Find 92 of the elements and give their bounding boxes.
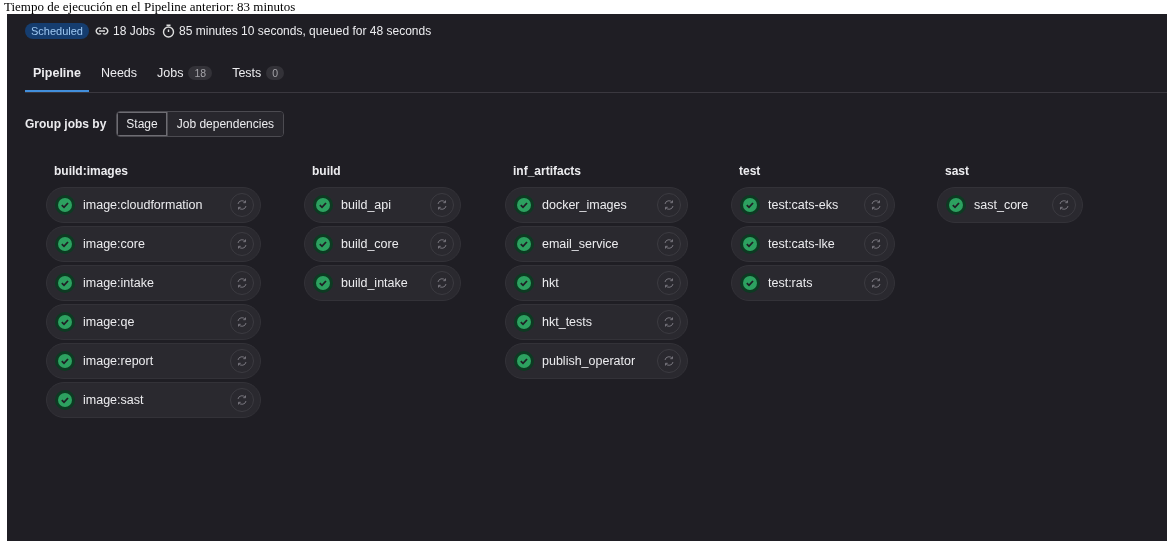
refresh-icon: [236, 238, 248, 250]
job-pill[interactable]: hkt: [505, 265, 688, 301]
job-name: image:core: [83, 237, 146, 251]
tab[interactable]: Pipeline: [25, 57, 89, 92]
job-name: image:intake: [83, 276, 155, 290]
retry-button[interactable]: [430, 193, 454, 217]
job-name: docker_images: [542, 198, 628, 212]
job-pill[interactable]: test:rats: [731, 265, 895, 301]
stage-title: sast: [944, 164, 971, 178]
tab[interactable]: Tests 0: [224, 57, 293, 92]
retry-button[interactable]: [430, 232, 454, 256]
job-name: test:cats-eks: [768, 198, 840, 212]
status-badge: Scheduled: [25, 23, 89, 39]
retry-button[interactable]: [657, 349, 681, 373]
refresh-icon: [663, 199, 675, 211]
refresh-icon: [236, 316, 248, 328]
job-pill[interactable]: build_api: [304, 187, 461, 223]
job-name: build_core: [341, 237, 400, 251]
job-pill[interactable]: image:core: [46, 226, 261, 262]
stage-title: build:images: [53, 164, 129, 178]
refresh-icon: [236, 277, 248, 289]
group-label: Group jobs by: [25, 117, 107, 131]
job-name: build_intake: [341, 276, 409, 290]
refresh-icon: [436, 199, 448, 211]
tab[interactable]: Jobs 18: [149, 57, 221, 92]
job-name: email_service: [542, 237, 620, 251]
retry-button[interactable]: [430, 271, 454, 295]
job-name: test:cats-lke: [768, 237, 836, 251]
refresh-icon: [870, 199, 882, 211]
tab[interactable]: Needs: [92, 57, 146, 92]
refresh-icon: [663, 238, 675, 250]
refresh-icon: [236, 355, 248, 367]
retry-button[interactable]: [657, 310, 681, 334]
retry-button[interactable]: [657, 232, 681, 256]
job-pill[interactable]: docker_images: [505, 187, 688, 223]
job-name: image:cloudformation: [83, 198, 204, 212]
job-name: image:report: [83, 354, 155, 368]
jobs-count: 18 Jobs: [113, 24, 156, 38]
job-pill[interactable]: test:cats-lke: [731, 226, 895, 262]
job-name: test:rats: [768, 276, 814, 290]
retry-button[interactable]: [657, 193, 681, 217]
refresh-icon: [1058, 199, 1070, 211]
job-name: image:qe: [83, 315, 136, 329]
job-pill[interactable]: sast_core: [937, 187, 1083, 223]
job-name: hkt: [542, 276, 560, 290]
retry-button[interactable]: [864, 193, 888, 217]
job-pill[interactable]: build_intake: [304, 265, 461, 301]
job-name: image:sast: [83, 393, 145, 407]
retry-button[interactable]: [230, 193, 254, 217]
refresh-icon: [436, 277, 448, 289]
refresh-icon: [236, 394, 248, 406]
refresh-icon: [663, 277, 675, 289]
job-name: sast_core: [974, 198, 1030, 212]
job-pill[interactable]: publish_operator: [505, 343, 688, 379]
retry-button[interactable]: [230, 232, 254, 256]
job-pill[interactable]: image:cloudformation: [46, 187, 261, 223]
retry-button[interactable]: [864, 271, 888, 295]
count-badge: 0: [266, 66, 285, 80]
job-pill[interactable]: image:intake: [46, 265, 261, 301]
job-pill[interactable]: image:qe: [46, 304, 261, 340]
refresh-icon: [663, 355, 675, 367]
job-pill[interactable]: email_service: [505, 226, 688, 262]
retry-button[interactable]: [1052, 193, 1076, 217]
toggle-button[interactable]: Stage: [117, 112, 167, 136]
job-pill[interactable]: build_core: [304, 226, 461, 262]
retry-button[interactable]: [230, 271, 254, 295]
retry-button[interactable]: [230, 310, 254, 334]
refresh-icon: [436, 238, 448, 250]
retry-button[interactable]: [230, 349, 254, 373]
duration-text: 85 minutes 10 seconds, queued for 48 seconds: [179, 24, 432, 38]
link-icon: [95, 26, 109, 36]
retry-button[interactable]: [230, 388, 254, 412]
count-badge: 18: [188, 66, 213, 80]
job-name: publish_operator: [542, 354, 637, 368]
stage-title: build: [311, 164, 342, 178]
toggle-button[interactable]: Job dependencies: [166, 112, 284, 136]
retry-button[interactable]: [657, 271, 681, 295]
job-name: build_api: [341, 198, 393, 212]
refresh-icon: [663, 316, 675, 328]
retry-button[interactable]: [864, 232, 888, 256]
refresh-icon: [870, 238, 882, 250]
timer-icon: [162, 24, 176, 38]
stage-title: inf_artifacts: [512, 164, 583, 178]
stage-title: test: [738, 164, 762, 178]
refresh-icon: [870, 277, 882, 289]
job-name: hkt_tests: [542, 315, 594, 329]
caption-text: Tiempo de ejecución en el Pipeline anterior: 83 minutos: [3, 0, 297, 14]
job-pill[interactable]: hkt_tests: [505, 304, 688, 340]
job-pill[interactable]: image:sast: [46, 382, 261, 418]
job-pill[interactable]: image:report: [46, 343, 261, 379]
refresh-icon: [236, 199, 248, 211]
job-pill[interactable]: test:cats-eks: [731, 187, 895, 223]
